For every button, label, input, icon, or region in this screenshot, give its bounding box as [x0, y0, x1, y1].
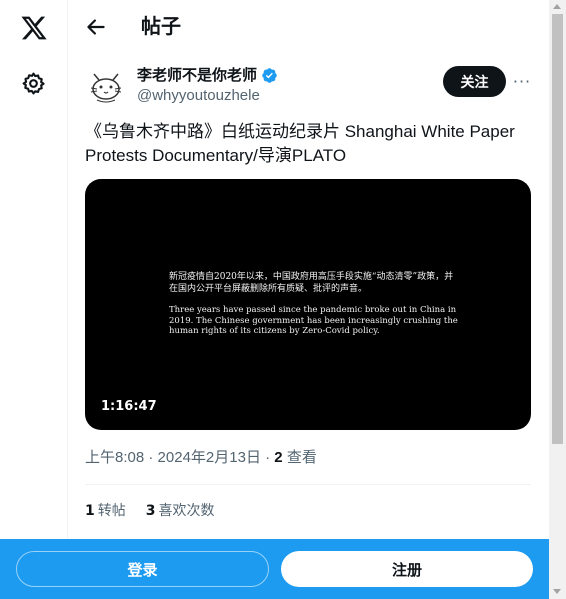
- meta-separator: ·: [148, 449, 154, 466]
- page-title: 帖子: [141, 14, 181, 38]
- view-count: 2: [274, 449, 283, 466]
- video-caption-cn: 新冠疫情自2020年以来，中国政府用高压手段实施“动态清零”政策，并在国内公开平…: [169, 272, 454, 294]
- post-stats: 1 转帖 3 喜欢次数: [85, 501, 215, 521]
- scrollbar[interactable]: [549, 0, 566, 599]
- gear-icon[interactable]: [21, 71, 46, 96]
- author-name-text: 李老师不是你老师: [137, 66, 258, 84]
- quotes-count: 3: [145, 503, 156, 519]
- view-label: 查看: [286, 449, 317, 466]
- video-duration: 1:16:47: [97, 398, 161, 415]
- video-player[interactable]: 新冠疫情自2020年以来，中国政府用高压手段实施“动态清零”政策，并在国内公开平…: [85, 179, 531, 430]
- follow-button[interactable]: 关注: [443, 66, 506, 97]
- scroll-up-arrow-icon[interactable]: [553, 4, 561, 9]
- quotes-stat[interactable]: 3 喜欢次数: [146, 501, 215, 521]
- avatar[interactable]: [85, 64, 127, 106]
- back-arrow-icon[interactable]: [83, 14, 109, 40]
- more-icon[interactable]: ···: [509, 68, 535, 94]
- video-caption-en: Three years have passed since the pandem…: [169, 305, 458, 336]
- x-logo-icon[interactable]: [19, 14, 49, 42]
- post-time[interactable]: 上午8:08: [85, 449, 144, 466]
- meta-separator: ·: [265, 449, 271, 466]
- retweets-count: 1: [85, 503, 95, 519]
- retweets-label: 转帖: [97, 503, 126, 519]
- login-button[interactable]: 登录: [16, 551, 269, 587]
- signup-button[interactable]: 注册: [281, 551, 533, 587]
- quotes-label: 喜欢次数: [158, 503, 215, 519]
- post-date[interactable]: 2024年2月13日: [158, 449, 261, 466]
- header: 帖子: [69, 0, 549, 53]
- post-text: 《乌鲁木齐中路》白纸运动纪录片 Shanghai White Paper Pro…: [85, 122, 515, 165]
- divider: [85, 484, 531, 485]
- author-handle[interactable]: @whyyoutouzhele: [137, 86, 260, 106]
- left-rail: [0, 0, 68, 599]
- author-display-name[interactable]: 李老师不是你老师: [137, 65, 278, 85]
- post-meta: 上午8:08 · 2024年2月13日 · 2 查看: [85, 448, 317, 468]
- main-column: 帖子 李老师不是你老师 @whyyoutouzhele 关注 ··· 《乌鲁木齐…: [69, 0, 549, 599]
- scroll-thumb[interactable]: [552, 14, 563, 444]
- retweets-stat[interactable]: 1 转帖: [85, 501, 126, 521]
- verified-badge-icon: [262, 67, 277, 83]
- bottom-signup-bar: 登录 注册: [0, 539, 549, 599]
- scroll-down-arrow-icon[interactable]: [553, 589, 561, 594]
